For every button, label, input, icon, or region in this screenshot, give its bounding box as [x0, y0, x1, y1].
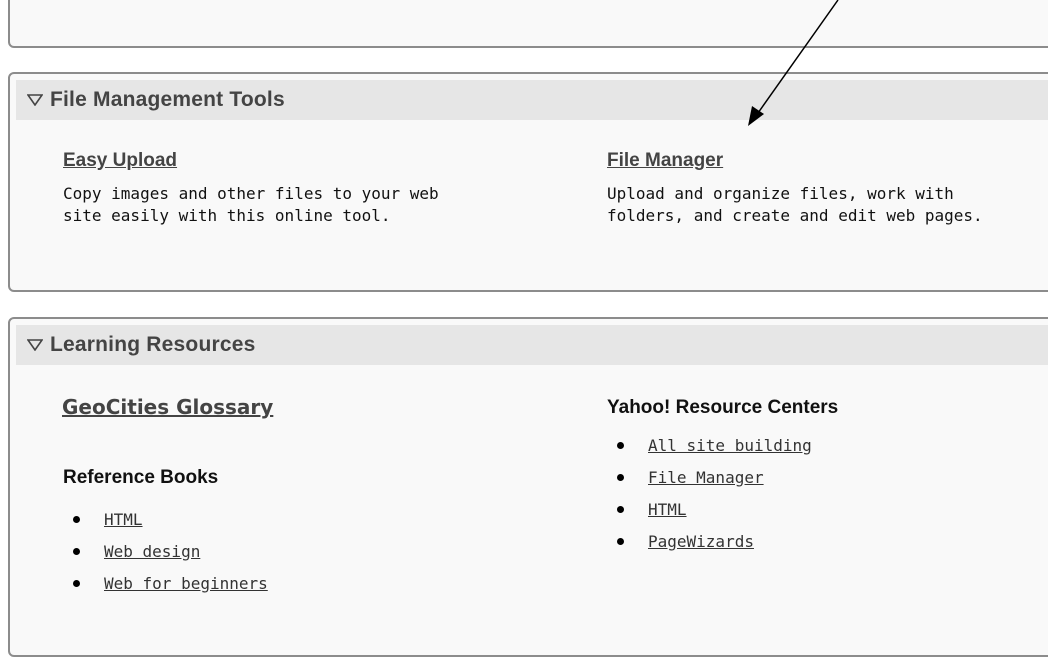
list-item: Web for beginners	[63, 567, 268, 599]
file-management-header[interactable]: File Management Tools	[16, 80, 1048, 120]
bullet-icon	[617, 505, 624, 513]
bullet-icon	[617, 441, 624, 449]
resource-center-link[interactable]: HTML	[648, 500, 687, 519]
reference-book-link[interactable]: Web for beginners	[104, 574, 268, 593]
resource-centers-heading: Yahoo! Resource Centers	[607, 397, 839, 418]
reference-book-link[interactable]: HTML	[104, 510, 143, 529]
geocities-glossary-link[interactable]: GeoCities Glossary	[62, 395, 273, 419]
previous-panel	[8, 0, 1048, 48]
learning-resources-panel: Learning Resources GeoCities Glossary Re…	[8, 317, 1048, 657]
resource-centers-list: All site building File Manager HTML Page…	[607, 429, 812, 557]
list-item: HTML	[63, 503, 268, 535]
file-management-title: File Management Tools	[50, 88, 285, 111]
file-management-panel: File Management Tools Easy Upload Copy i…	[8, 72, 1048, 292]
list-item: Web design	[63, 535, 268, 567]
collapse-triangle-icon[interactable]	[24, 339, 46, 351]
collapse-triangle-icon[interactable]	[24, 94, 46, 106]
resource-center-link[interactable]: PageWizards	[648, 532, 754, 551]
resource-center-link[interactable]: File Manager	[648, 468, 764, 487]
reference-book-link[interactable]: Web design	[104, 542, 200, 561]
learning-resources-title: Learning Resources	[50, 333, 256, 356]
bullet-icon	[73, 579, 80, 587]
list-item: PageWizards	[607, 525, 812, 557]
file-manager-description: Upload and organize files, work with fol…	[607, 184, 983, 225]
list-item: HTML	[607, 493, 812, 525]
reference-books-list: HTML Web design Web for beginners	[63, 503, 268, 599]
bullet-icon	[73, 515, 80, 523]
bullet-icon	[617, 473, 624, 481]
file-manager-link[interactable]: File Manager	[607, 150, 723, 172]
resource-center-link[interactable]: All site building	[648, 436, 812, 455]
list-item: File Manager	[607, 461, 812, 493]
list-item: All site building	[607, 429, 812, 461]
easy-upload-link[interactable]: Easy Upload	[63, 150, 177, 172]
bullet-icon	[617, 537, 624, 545]
easy-upload-description: Copy images and other files to your web …	[63, 184, 439, 225]
bullet-icon	[73, 547, 80, 555]
reference-books-heading: Reference Books	[63, 467, 219, 488]
learning-resources-header[interactable]: Learning Resources	[16, 325, 1048, 365]
